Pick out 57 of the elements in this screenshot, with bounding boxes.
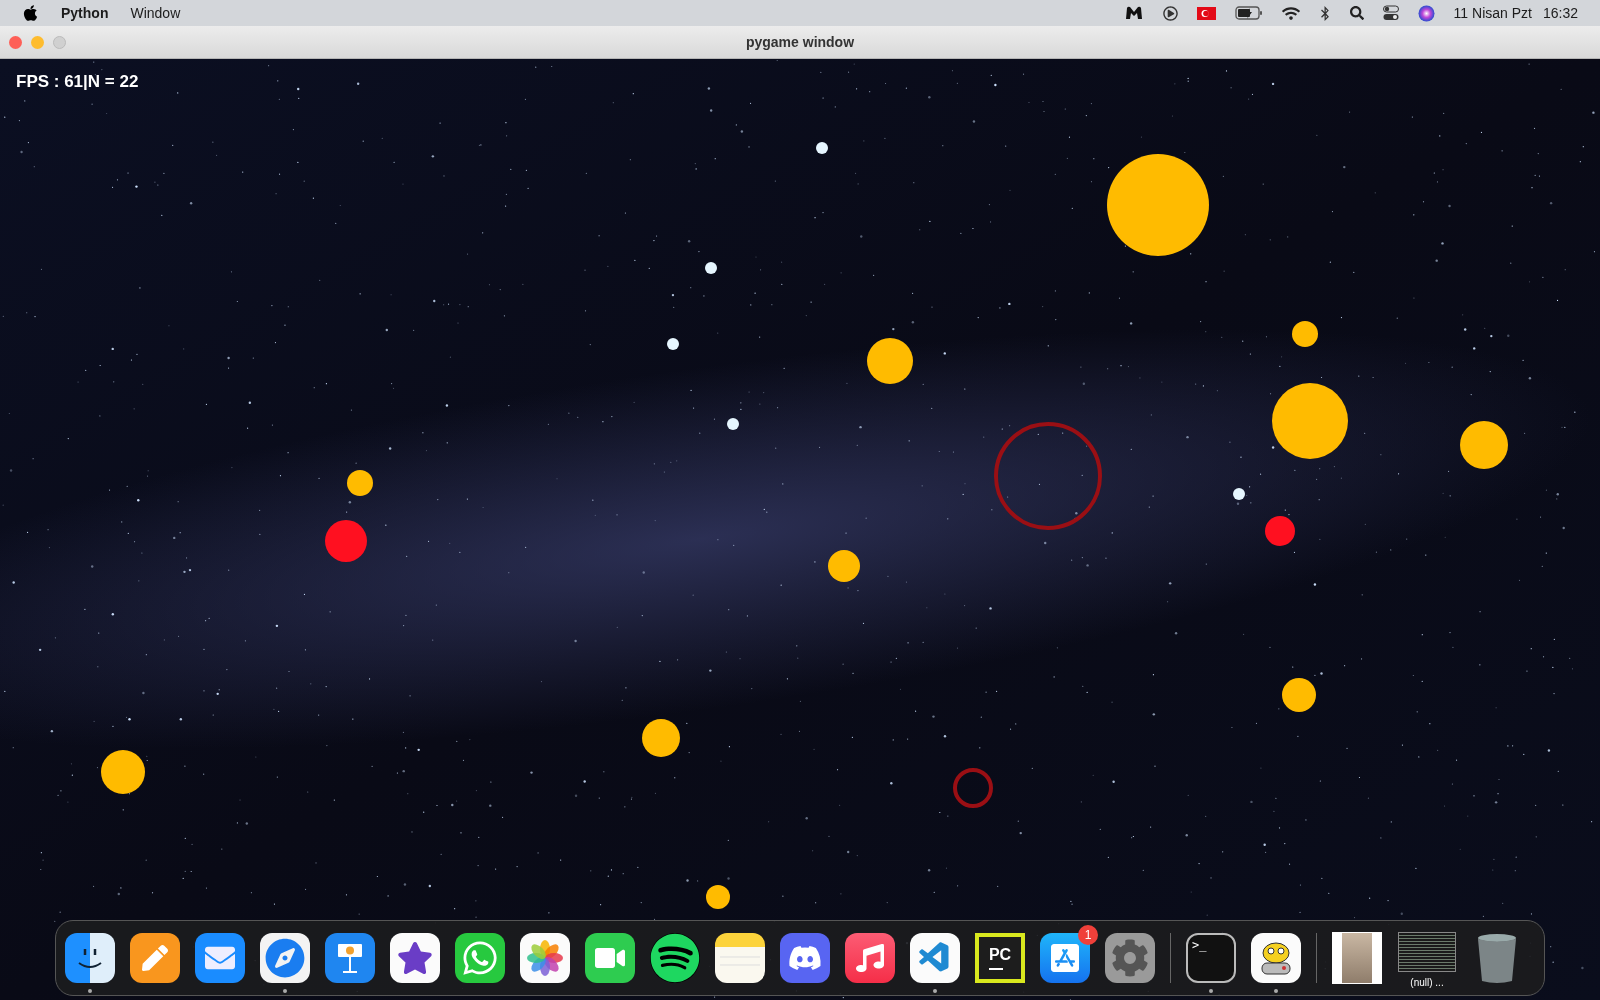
ball: [816, 142, 828, 154]
wifi-icon[interactable]: [1281, 5, 1300, 21]
dock-separator: [1170, 933, 1171, 983]
ball: [1292, 321, 1318, 347]
ring-outline: [953, 768, 993, 808]
dock-separator: [1316, 933, 1317, 983]
clock-text[interactable]: 16:32: [1542, 2, 1578, 24]
notification-badge: 1: [1078, 925, 1098, 945]
letters-logo-icon[interactable]: PC: [975, 933, 1025, 983]
flag-icon[interactable]: [1196, 6, 1216, 20]
ball: [828, 550, 860, 582]
orb-icon[interactable]: [1417, 4, 1435, 22]
window-title: pygame window: [745, 32, 855, 52]
ball: [1265, 516, 1295, 546]
ball: [706, 885, 730, 909]
ball: [867, 338, 913, 384]
date-text[interactable]: 11 Nisan Pzt: [1453, 2, 1532, 24]
ball: [727, 418, 739, 430]
ball: [642, 719, 680, 757]
compass-icon[interactable]: [260, 933, 310, 983]
video-camera-icon[interactable]: [585, 933, 635, 983]
ball: [705, 262, 717, 274]
window-thumbnail[interactable]: [1332, 932, 1382, 984]
ball: [101, 750, 145, 794]
toggles-icon[interactable]: [1382, 5, 1399, 21]
smiling-face-icon[interactable]: [65, 933, 115, 983]
flower-icon[interactable]: [520, 933, 570, 983]
pen-icon[interactable]: [130, 933, 180, 983]
window-label: (null) ...: [1410, 975, 1444, 990]
ball: [1282, 678, 1316, 712]
apple-icon[interactable]: [22, 4, 39, 22]
sound-waves-icon[interactable]: [650, 933, 700, 983]
ball: [1233, 488, 1245, 500]
notepad-icon[interactable]: [715, 933, 765, 983]
lectern-icon[interactable]: [325, 933, 375, 983]
ball: [1460, 421, 1508, 469]
music-note-icon[interactable]: [845, 933, 895, 983]
app-menu[interactable]: Python: [61, 2, 109, 24]
play-icon[interactable]: [1162, 5, 1178, 21]
m-logo-icon[interactable]: [1123, 5, 1144, 21]
envelope-icon[interactable]: [195, 933, 245, 983]
battery-icon[interactable]: [1234, 6, 1263, 20]
chat-phone-icon[interactable]: [455, 933, 505, 983]
gear-icon[interactable]: [1105, 933, 1155, 983]
cartoon-character-icon[interactable]: [1251, 933, 1301, 983]
search-icon[interactable]: [1349, 6, 1364, 20]
terminal-icon[interactable]: >_: [1186, 933, 1236, 983]
bluetooth-icon[interactable]: [1318, 5, 1331, 21]
photo-placeholder: [1342, 933, 1372, 983]
menu-item[interactable]: Window: [130, 2, 181, 24]
game-controller-icon[interactable]: [780, 933, 830, 983]
ball: [325, 520, 367, 562]
ball: [347, 470, 373, 496]
code-icon[interactable]: [910, 933, 960, 983]
hud-text: FPS : 61|N = 22: [16, 71, 139, 93]
window-thumbnail[interactable]: [1398, 932, 1456, 972]
ball: [667, 338, 679, 350]
